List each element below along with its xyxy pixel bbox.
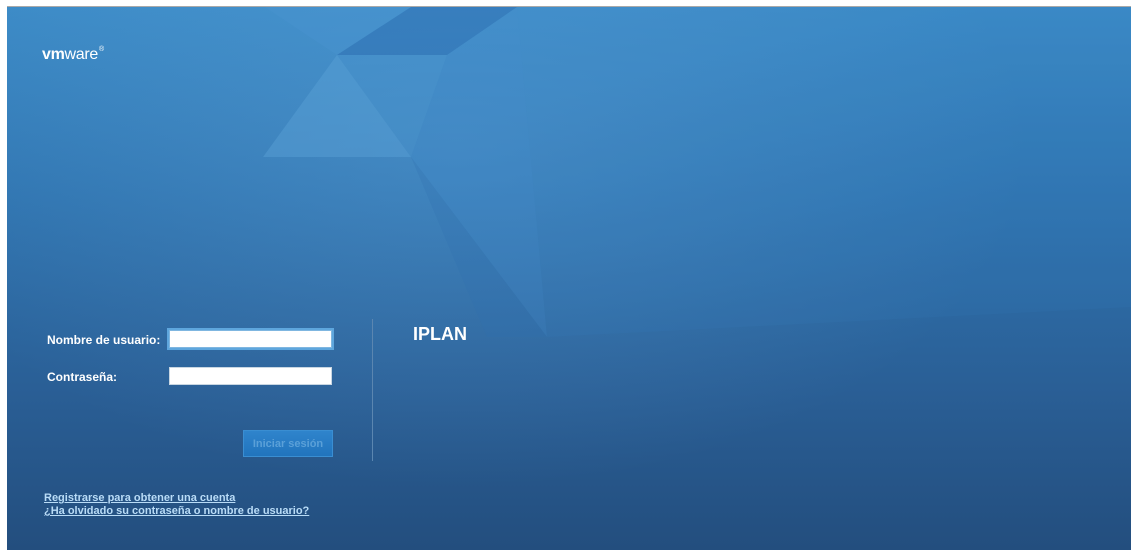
decor-right-panel bbox=[517, 7, 1131, 337]
password-label: Contraseña: bbox=[47, 370, 118, 384]
login-background: vmware® Nombre de usuario: Contraseña: I… bbox=[7, 7, 1131, 550]
username-label: Nombre de usuario: bbox=[47, 333, 161, 347]
vmware-logo: vmware® bbox=[42, 46, 104, 64]
logo-vm-text: vm bbox=[42, 46, 65, 63]
tenant-name: IPLAN bbox=[413, 324, 467, 344]
logo-ware-text: ware bbox=[64, 46, 99, 63]
username-input[interactable] bbox=[169, 330, 332, 348]
logo-trademark: ® bbox=[99, 46, 104, 53]
register-link[interactable]: Registrarse para obtener una cuenta bbox=[44, 492, 235, 504]
vertical-divider bbox=[372, 319, 373, 461]
password-input[interactable] bbox=[169, 367, 332, 385]
forgot-credentials-link[interactable]: ¿Ha olvidado su contraseña o nombre de u… bbox=[44, 505, 309, 517]
background-decoration bbox=[263, 7, 1131, 337]
login-button[interactable]: Iniciar sesión bbox=[243, 430, 333, 457]
